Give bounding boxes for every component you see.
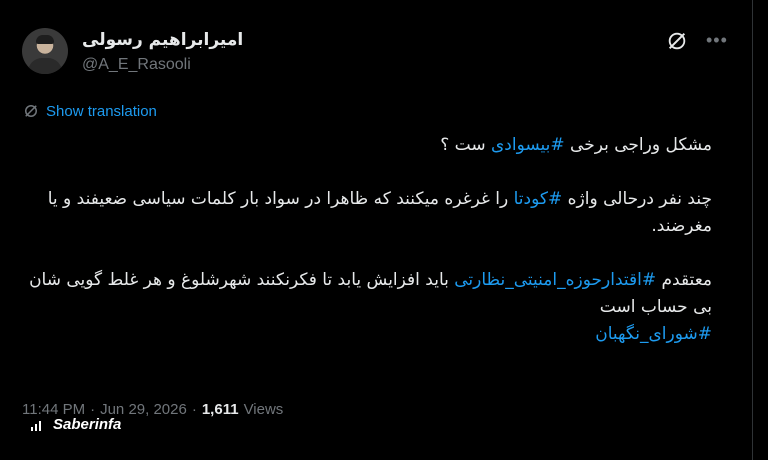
hashtag-link[interactable]: #اقتدارحوزه_امنیتی_نظارتی <box>454 270 656 290</box>
tweet-text: مشکل وراجی برخی #بیسوادی ست ؟ چند نفر در… <box>22 132 712 348</box>
text-span: ست ؟ <box>440 135 491 155</box>
grok-icon[interactable] <box>666 30 688 52</box>
text-span: معتقدم <box>656 270 713 290</box>
views-count: 1,611 <box>201 401 239 418</box>
hashtag-link[interactable]: #کودتا <box>514 189 563 209</box>
meta-separator: · <box>191 401 197 418</box>
watermark-icon <box>31 420 41 431</box>
avatar-hair <box>36 35 54 44</box>
avatar-shirt <box>28 58 62 74</box>
author-name[interactable]: امیرابراهیم رسولی <box>82 30 243 50</box>
hashtag-link[interactable]: #بیسوادی <box>491 135 565 155</box>
tweet-paragraph-2: چند نفر درحالی واژه #کودتا را غرغره میکن… <box>22 186 712 240</box>
more-icon[interactable]: ••• <box>706 31 728 49</box>
hashtag-link[interactable]: #شورای_نگهبان <box>595 324 712 344</box>
page-border <box>752 0 768 460</box>
tweet-paragraph-1: مشکل وراجی برخی #بیسوادی ست ؟ <box>22 132 712 159</box>
tweet-paragraph-3: معتقدم #اقتدارحوزه_امنیتی_نظارتی باید اف… <box>22 267 712 321</box>
views-label: Views <box>243 401 284 418</box>
translate-icon <box>25 105 37 117</box>
translate-row[interactable]: Show translation <box>22 102 157 120</box>
show-translation-link[interactable]: Show translation <box>46 103 157 120</box>
watermark-text: Saberinfa <box>53 416 122 433</box>
watermark: Saberinfa <box>30 416 121 433</box>
tweet-paragraph-4: #شورای_نگهبان <box>22 321 712 348</box>
tweet: امیرابراهیم رسولی @A_E_Rasooli ••• Show … <box>0 0 752 460</box>
text-span: چند نفر درحالی واژه <box>562 189 712 209</box>
author-handle[interactable]: @A_E_Rasooli <box>82 56 191 74</box>
text-span: مشکل وراجی برخی <box>564 135 712 155</box>
avatar[interactable] <box>22 28 68 74</box>
